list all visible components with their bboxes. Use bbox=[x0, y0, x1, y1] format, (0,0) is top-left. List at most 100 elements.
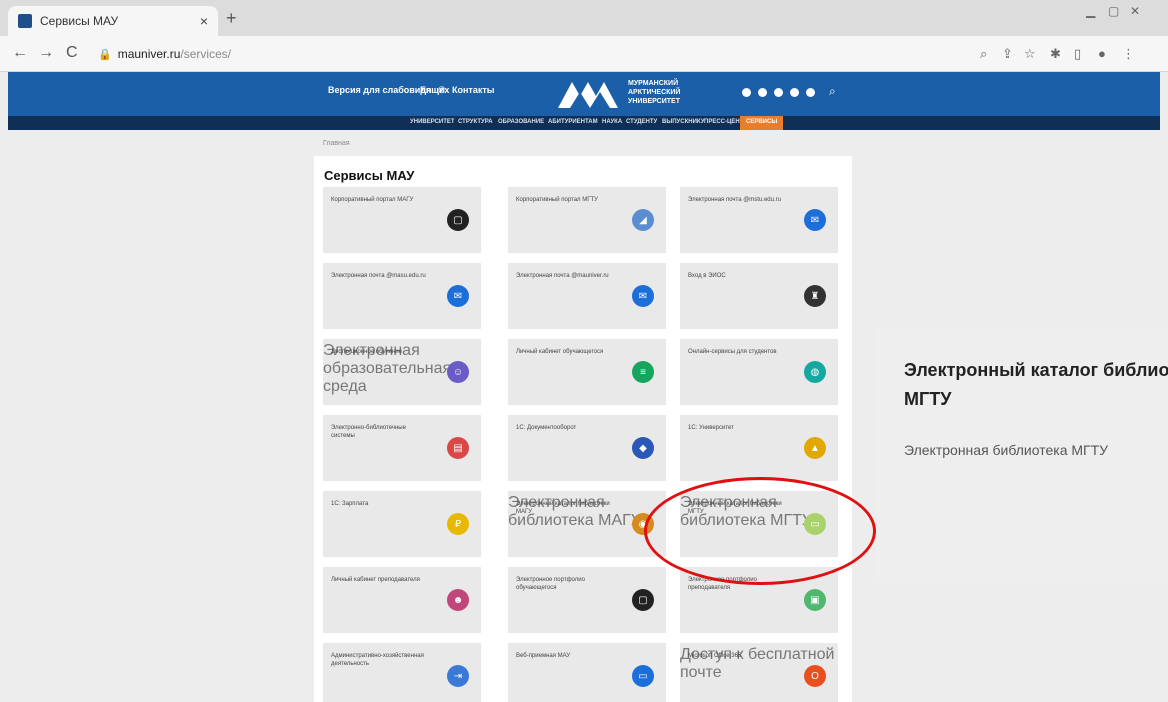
service-card[interactable]: Вход в ЭИОС ♜ bbox=[680, 263, 838, 329]
breadcrumb[interactable]: Главная bbox=[323, 140, 350, 147]
university-logo-text: МУРМАНСКИЙ АРКТИЧЕСКИЙ УНИВЕРСИТЕТ bbox=[628, 80, 681, 105]
popout-title: Электронный каталог библиотеки МГТУ bbox=[904, 360, 1168, 409]
address-bar: ← → C 🔒 mauniver.ru /services/ ⌕ ⇪ ☆ ✱ ▯… bbox=[0, 36, 1168, 72]
service-card-title: Электронная почта @mauniver.ru bbox=[516, 273, 609, 279]
service-card-title: Электронное портфолио обучающегося bbox=[516, 577, 585, 591]
menu-item-graduate[interactable]: ВЫПУСКНИКУ bbox=[662, 119, 704, 125]
site-header: Версия для слабовидящих En ✆ Контакты МУ… bbox=[8, 72, 1160, 116]
menu-item-education[interactable]: ОБРАЗОВАНИЕ bbox=[498, 119, 544, 125]
new-tab-icon[interactable]: + bbox=[226, 8, 237, 29]
service-card[interactable]: Онлайн-сервисы для студентов ◍ bbox=[680, 339, 838, 405]
service-card-title: Корпоративный портал МАГУ bbox=[331, 197, 414, 203]
service-card-title: Вход в ЭИОС bbox=[688, 273, 726, 279]
service-card[interactable]: Электронное портфолио обучающегося ▢ bbox=[508, 567, 666, 633]
service-card[interactable]: Корпоративный портал МАГУ ▢ bbox=[323, 187, 481, 253]
portal-icon: ◢ bbox=[632, 209, 654, 231]
list-icon: ≡ bbox=[632, 361, 654, 383]
search-icon[interactable]: ⌕ bbox=[829, 84, 836, 99]
catalog-card-popout[interactable]: Электронный каталог библиотеки МГТУ Элек… bbox=[876, 326, 1168, 582]
share-icon[interactable]: ⇪ bbox=[1002, 46, 1013, 62]
mail-icon: ✉ bbox=[804, 209, 826, 231]
url-field[interactable]: 🔒 mauniver.ru /services/ bbox=[98, 44, 231, 64]
mail-icon: ✉ bbox=[447, 285, 469, 307]
service-card[interactable]: Электронная почта @mauniver.ru ✉ bbox=[508, 263, 666, 329]
calendar-icon: ▢ bbox=[447, 209, 469, 231]
browser-tab[interactable]: Сервисы МАУ × bbox=[8, 6, 218, 36]
service-card-title: 1С: Документооборот bbox=[516, 425, 577, 431]
phone-icon[interactable]: ✆ bbox=[438, 85, 446, 96]
service-card-title: Электронная почта @masu.edu.ru bbox=[331, 273, 426, 279]
service-card[interactable]: Веб-приемная МАУ ▭ bbox=[508, 643, 666, 702]
service-card-title: Административно-хозяйственная деятельнос… bbox=[331, 653, 424, 667]
service-card-title: Электронно-библиотечные системы bbox=[331, 425, 406, 439]
menu-item-applicants[interactable]: АБИТУРИЕНТАМ bbox=[548, 119, 598, 125]
service-card[interactable]: Microsoft Office 365 Доступ к бесплатной … bbox=[680, 643, 838, 702]
extensions-icon[interactable]: ✱ bbox=[1050, 46, 1061, 62]
contacts-link[interactable]: Контакты bbox=[452, 85, 494, 95]
globe-icon: ◍ bbox=[804, 361, 826, 383]
menu-item-structure[interactable]: СТРУКТУРА bbox=[458, 119, 493, 125]
services-panel: Сервисы МАУ Корпоративный портал МАГУ ▢ Ко… bbox=[314, 156, 852, 702]
shield-icon: ◆ bbox=[632, 437, 654, 459]
page-title: Сервисы МАУ bbox=[324, 168, 415, 183]
social-ok-icon[interactable] bbox=[790, 88, 799, 97]
service-card[interactable]: 1С: Зарплата ₽ bbox=[323, 491, 481, 557]
close-window-icon[interactable]: ✕ bbox=[1130, 4, 1140, 18]
language-link[interactable]: En bbox=[420, 85, 432, 95]
social-rutube-icon[interactable] bbox=[806, 88, 815, 97]
sidebar-icon[interactable]: ▯ bbox=[1074, 46, 1081, 62]
mail-icon: ✉ bbox=[632, 285, 654, 307]
menu-item-university[interactable]: УНИВЕРСИТЕТ bbox=[410, 119, 455, 125]
service-card[interactable]: 1С: Документооборот ◆ bbox=[508, 415, 666, 481]
menu-item-student[interactable]: СТУДЕНТУ bbox=[626, 119, 657, 125]
menu-item-services[interactable]: СЕРВИСЫ bbox=[740, 116, 784, 130]
service-card-title: Онлайн-сервисы для студентов bbox=[688, 349, 777, 355]
zoom-icon[interactable]: ⌕ bbox=[980, 46, 987, 62]
university-icon: ▲ bbox=[804, 437, 826, 459]
service-card[interactable]: 1С: Университет ▲ bbox=[680, 415, 838, 481]
service-card-title: Веб-приемная МАУ bbox=[516, 653, 571, 659]
browser-menu-icon[interactable]: ⋮ bbox=[1122, 46, 1135, 62]
main-menu: УНИВЕРСИТЕТ СТРУКТУРА ОБРАЗОВАНИЕ АБИТУР… bbox=[8, 116, 1160, 130]
service-card-title: Корпоративный портал МГТУ bbox=[516, 197, 598, 203]
highlight-ellipse-annotation bbox=[644, 477, 876, 585]
close-tab-icon[interactable]: × bbox=[200, 13, 208, 29]
service-card-title: Электронная почта @mstu.edu.ru bbox=[688, 197, 781, 203]
url-path: /services/ bbox=[180, 47, 232, 61]
site-favicon-icon bbox=[18, 14, 32, 28]
reload-button[interactable]: C bbox=[66, 44, 78, 62]
service-card[interactable]: Электронная почта @mstu.edu.ru ✉ bbox=[680, 187, 838, 253]
url-host: mauniver.ru bbox=[117, 47, 181, 61]
admin-icon: ⇥ bbox=[447, 665, 469, 687]
minimize-window-icon[interactable]: ▁ bbox=[1086, 4, 1095, 18]
service-card[interactable]: Административно-хозяйственная деятельнос… bbox=[323, 643, 481, 702]
maximize-window-icon[interactable]: ▢ bbox=[1108, 4, 1119, 18]
menu-item-science[interactable]: НАУКА bbox=[602, 119, 622, 125]
service-card[interactable]: Личный кабинет обучающегося ≡ bbox=[508, 339, 666, 405]
back-button[interactable]: ← bbox=[12, 44, 28, 62]
library-icon: ▤ bbox=[447, 437, 469, 459]
service-card[interactable]: Электронный каталог библиотеки МАГУ Элект… bbox=[508, 491, 666, 557]
service-card[interactable]: Корпоративный портал МГТУ ◢ bbox=[508, 187, 666, 253]
login-icon: ♜ bbox=[804, 285, 826, 307]
student-icon: ☺ bbox=[447, 361, 469, 383]
service-card-title: 1С: Зарплата bbox=[331, 501, 369, 507]
forward-button[interactable]: → bbox=[38, 44, 54, 62]
service-card-title: Личный кабинет обучающегося bbox=[516, 349, 604, 355]
bookmark-star-icon[interactable]: ☆ bbox=[1024, 46, 1036, 62]
social-telegram-icon[interactable] bbox=[758, 88, 767, 97]
service-card[interactable]: Электронная почта @masu.edu.ru ✉ bbox=[323, 263, 481, 329]
service-card[interactable]: Дистанционное обучение Электронная образо… bbox=[323, 339, 481, 405]
office-icon: O bbox=[804, 665, 826, 687]
teacher-icon: ☻ bbox=[447, 589, 469, 611]
university-logo-icon[interactable] bbox=[556, 78, 620, 110]
tab-title: Сервисы МАУ bbox=[40, 14, 119, 28]
service-card[interactable]: Личный кабинет преподавателя ☻ bbox=[323, 567, 481, 633]
profile-icon[interactable]: ● bbox=[1098, 46, 1106, 61]
social-youtube-icon[interactable] bbox=[774, 88, 783, 97]
portfolio-icon: ▢ bbox=[632, 589, 654, 611]
service-card-title: Дистанционное обучение bbox=[331, 349, 402, 355]
service-card[interactable]: Электронно-библиотечные системы ▤ bbox=[323, 415, 481, 481]
lock-icon: 🔒 bbox=[98, 48, 112, 61]
social-vk-icon[interactable] bbox=[742, 88, 751, 97]
